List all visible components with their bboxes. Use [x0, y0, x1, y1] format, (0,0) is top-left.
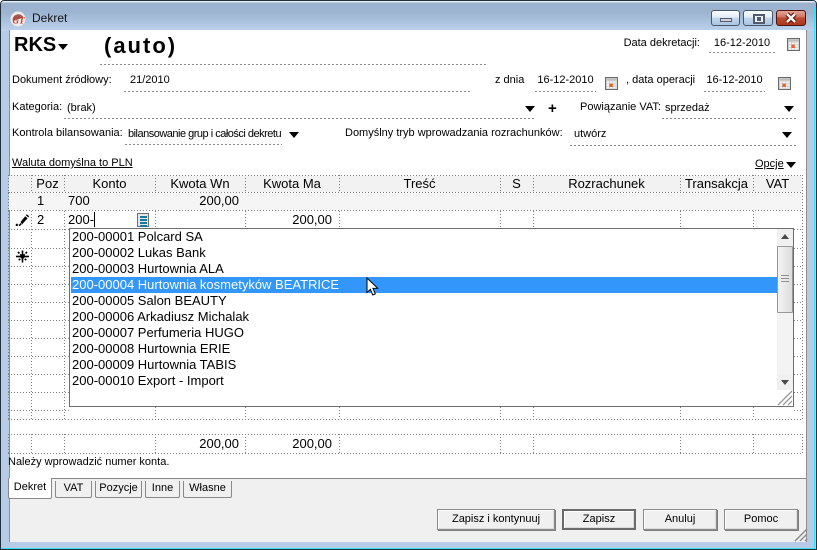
svg-text:GT: GT [13, 16, 25, 26]
